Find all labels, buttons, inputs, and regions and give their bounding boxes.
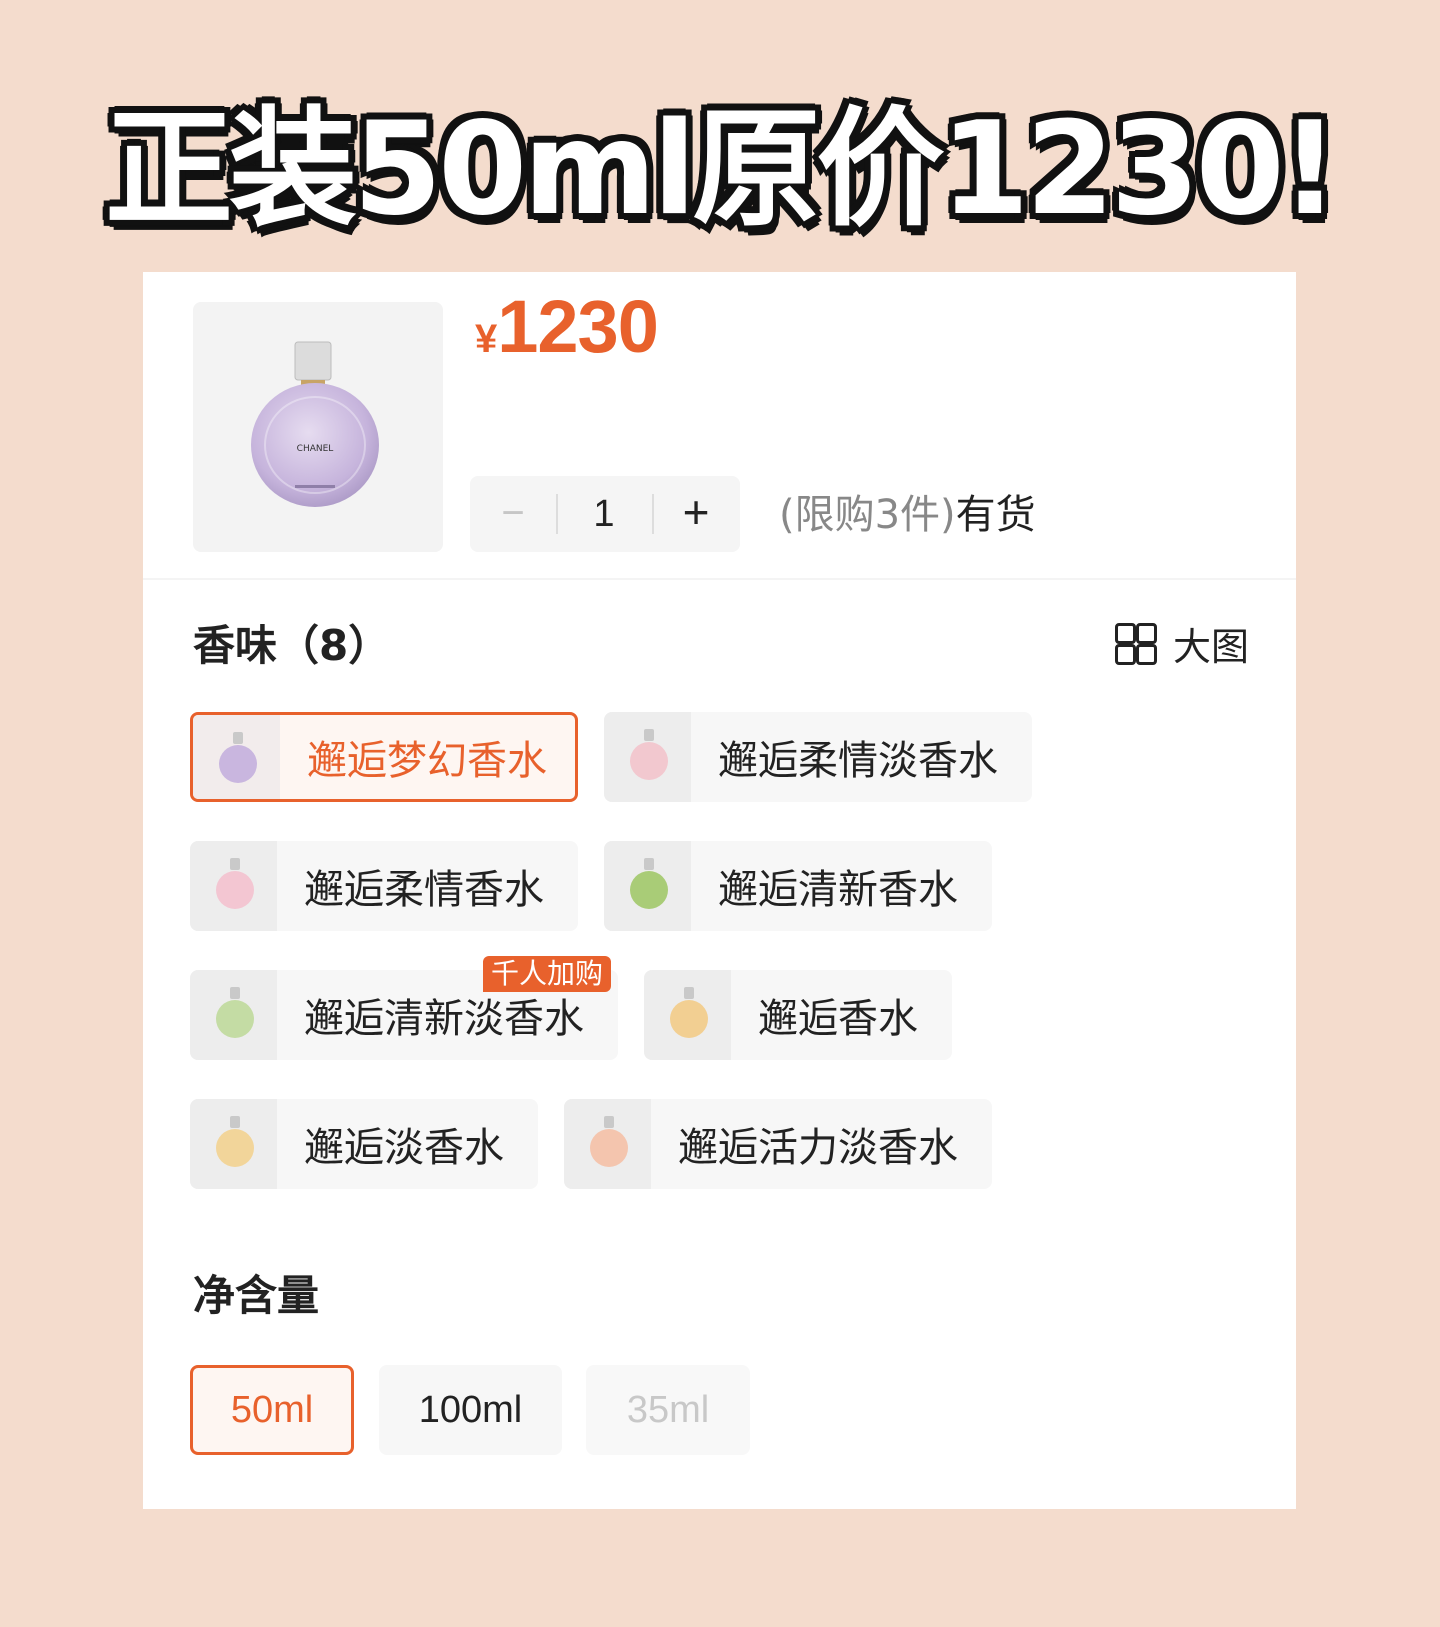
scent-thumbnail (190, 970, 277, 1060)
perfume-bottle-image: CHANEL (251, 341, 379, 507)
section-divider (143, 578, 1296, 580)
scent-option-label: 邂逅柔情淡香水 (718, 738, 998, 784)
volume-option[interactable]: 35ml (586, 1365, 750, 1455)
quantity-stepper: − 1 + (470, 476, 740, 552)
quantity-input[interactable]: 1 (556, 476, 652, 552)
scent-option[interactable]: 邂逅柔情淡香水 (604, 712, 1032, 802)
scent-option[interactable]: 邂逅香水 (644, 970, 952, 1060)
scent-thumbnail (193, 715, 280, 799)
perfume-bottle-icon (216, 1116, 254, 1167)
in-stock-label: 有货 (955, 492, 1036, 538)
scent-thumbnail (564, 1099, 651, 1189)
decrease-button[interactable]: − (470, 476, 556, 552)
big-image-toggle[interactable]: 大图 (1114, 616, 1249, 671)
price: ¥1230 (475, 284, 659, 369)
currency-symbol: ¥ (475, 317, 498, 361)
perfume-bottle-icon (630, 858, 668, 909)
scent-option-label: 邂逅柔情香水 (304, 867, 544, 913)
scent-option[interactable]: 邂逅活力淡香水 (564, 1099, 992, 1189)
scent-option-label: 邂逅香水 (758, 996, 918, 1042)
scent-option[interactable]: 邂逅柔情香水 (190, 841, 578, 931)
sku-selector-card: CHANEL ¥1230 − 1 + (限购3件)有货 香味（8） 大图 邂逅梦… (143, 272, 1296, 1509)
scent-option-label: 邂逅梦幻香水 (307, 738, 547, 784)
scent-option-label: 邂逅淡香水 (304, 1125, 504, 1171)
scent-option[interactable]: 邂逅清新香水 (604, 841, 992, 931)
perfume-bottle-icon (630, 729, 668, 780)
perfume-bottle-icon (216, 858, 254, 909)
scent-thumbnail (604, 712, 691, 802)
scent-option-label: 邂逅清新淡香水 (304, 996, 584, 1042)
perfume-bottle-icon (670, 987, 708, 1038)
grid-icon (1114, 622, 1157, 665)
big-image-label: 大图 (1172, 625, 1249, 669)
scent-option[interactable]: 邂逅淡香水 (190, 1099, 538, 1189)
scent-thumbnail (644, 970, 731, 1060)
popular-badge: 千人加购 (483, 956, 612, 992)
scent-section-title: 香味（8） (193, 621, 391, 670)
scent-option-label: 邂逅活力淡香水 (678, 1125, 958, 1171)
increase-button[interactable]: + (652, 476, 740, 552)
scent-option-label: 邂逅清新香水 (718, 867, 958, 913)
scent-thumbnail (604, 841, 691, 931)
svg-text:CHANEL: CHANEL (297, 444, 334, 454)
scent-thumbnail (190, 841, 277, 931)
price-value: 1230 (497, 285, 659, 368)
perfume-bottle-icon (216, 987, 254, 1038)
scent-thumbnail (190, 1099, 277, 1189)
volume-section-title: 净含量 (193, 1271, 320, 1320)
perfume-bottle-icon (590, 1116, 628, 1167)
scent-option[interactable]: 邂逅梦幻香水 (190, 712, 578, 802)
perfume-bottle-icon (219, 732, 257, 783)
volume-option[interactable]: 100ml (379, 1365, 562, 1455)
stock-status: (限购3件)有货 (779, 490, 1036, 540)
purchase-limit: (限购3件) (779, 492, 956, 538)
product-thumbnail: CHANEL (193, 302, 443, 552)
volume-option[interactable]: 50ml (190, 1365, 354, 1455)
headline-banner: 正装50ml原价1230! (105, 95, 1339, 244)
